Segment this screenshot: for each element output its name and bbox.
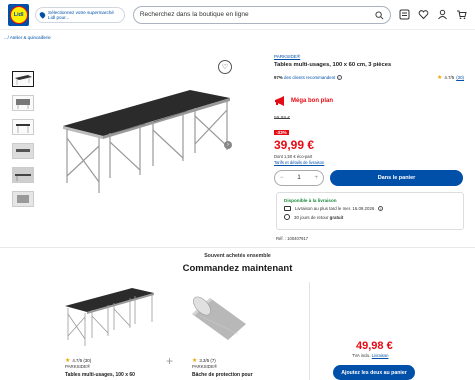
product-reference: Réf. : 100407917: [276, 236, 309, 241]
product-brand[interactable]: PARKSIDE®: [274, 54, 464, 59]
delivery-date: Livraison au plus tard le mer. 16.09.202…: [295, 206, 375, 211]
return-icon: [284, 214, 290, 220]
search-placeholder: Recherchez dans la boutique en ligne: [139, 11, 249, 18]
thumbnail-2[interactable]: [12, 95, 34, 111]
bundle-divider: [309, 282, 310, 380]
current-price: 39,99 €: [274, 138, 315, 152]
search-icon[interactable]: [375, 10, 384, 20]
mega-deal-badge: Méga bon plan: [274, 96, 464, 106]
thumbnail-list: [12, 71, 34, 215]
thumbnail-4[interactable]: [12, 143, 34, 159]
logo-text: Lidl: [9, 5, 28, 24]
bundle-item-1-image[interactable]: [62, 284, 157, 349]
returns-text: 30 jours de retour gratuit: [294, 215, 343, 220]
recommendation-text: 97% des clients recommandent i: [274, 75, 342, 81]
section-divider: [0, 247, 475, 248]
deal-label: Méga bon plan: [291, 98, 333, 104]
reco-label: des clients recommandent: [282, 74, 336, 80]
availability-box: Disponible à la livraison Livraison au p…: [276, 192, 464, 230]
bundle-price: 49,98 €: [356, 340, 393, 352]
next-image-arrow-icon[interactable]: ›: [224, 141, 232, 149]
bundle-tva: TVA inclu. Livraison: [352, 353, 388, 358]
star-icon: ★: [192, 358, 198, 364]
thumbnail-5[interactable]: [12, 167, 34, 183]
thumbnail-6[interactable]: [12, 191, 34, 207]
bundle-item-1-rating-value: 4.7/5 (30): [72, 358, 92, 363]
bundle-item-2-rating: ★ 3.3/5 (7): [192, 357, 216, 364]
old-price: 59.99 €: [274, 116, 291, 121]
product-title: Tables multi-usages, 100 x 60 cm, 3 pièc…: [274, 62, 392, 68]
bundle-item-1-rating: ★ 4.7/5 (30): [65, 357, 91, 364]
breadcrumb[interactable]: .../ Atelier & quincaillerie: [4, 35, 51, 40]
delivery-details-link[interactable]: Tarifs et détails de livraison: [274, 160, 464, 165]
product-info: PARKSIDE® Tables multi-usages, 100 x 60 …: [274, 54, 464, 186]
bundle-item-2-image[interactable]: [188, 294, 248, 344]
eco-part-text: Dont 1,50 € éco-part: [274, 154, 313, 159]
minus-icon[interactable]: −: [280, 175, 284, 181]
bundle-item-2-brand: PARKSIDE®: [192, 364, 218, 369]
reco-percent: 97%: [274, 74, 283, 80]
location-pin-icon: [38, 10, 47, 19]
availability-title: Disponible à la livraison: [284, 198, 337, 203]
bundle-item-2-rating-value: 3.3/5 (7): [199, 358, 216, 363]
rating-count[interactable]: (30): [456, 75, 464, 80]
info-icon[interactable]: i: [378, 206, 384, 211]
returns-prefix: 30 jours de retour: [294, 214, 330, 220]
store-selector[interactable]: Sélectionnez votre supermarché Lidl pour…: [35, 6, 125, 23]
bundle-item-1-title[interactable]: Tables multi-usages, 100 x 60: [65, 372, 135, 378]
truck-icon: [284, 206, 291, 211]
plus-icon: +: [166, 354, 174, 368]
add-to-cart-button[interactable]: Dans le panier: [330, 170, 463, 186]
heart-icon[interactable]: [418, 9, 429, 20]
cart-icon[interactable]: [456, 9, 467, 20]
add-both-to-cart-button[interactable]: Ajoutez les deux au panier: [333, 365, 415, 380]
bundle-item-1-brand: PARKSIDE®: [65, 364, 91, 369]
megaphone-icon: [275, 96, 284, 106]
tva-text: TVA inclu.: [352, 353, 372, 358]
info-icon[interactable]: i: [336, 75, 342, 81]
quantity-value[interactable]: 1: [297, 175, 300, 181]
plus-icon[interactable]: +: [314, 175, 318, 181]
thumbnail-3[interactable]: [12, 119, 34, 135]
star-icon: ★: [437, 75, 443, 81]
shipping-link[interactable]: Livraison: [372, 353, 389, 358]
rating-value: 4.7/5: [444, 75, 455, 80]
search-input[interactable]: Recherchez dans la boutique en ligne: [132, 5, 391, 24]
bundle-subtitle: Souvent achetés ensemble: [204, 253, 271, 259]
product-rating[interactable]: ★ 4.7/5 (30): [437, 74, 464, 81]
catalog-icon[interactable]: [399, 9, 410, 20]
discount-badge: -33%: [274, 130, 289, 135]
bundle-item-2-title[interactable]: Bâche de protection pour: [192, 372, 253, 378]
thumbnail-1[interactable]: [12, 71, 34, 87]
returns-free: gratuit: [329, 214, 344, 220]
quantity-stepper[interactable]: − 1 +: [274, 170, 324, 186]
account-icon[interactable]: [437, 9, 448, 20]
bundle-title: Commandez maintenant: [182, 263, 293, 274]
star-icon: ★: [65, 358, 71, 364]
product-image: [63, 90, 230, 193]
favorite-heart-icon[interactable]: ♡: [218, 60, 232, 74]
lidl-logo[interactable]: Lidl: [8, 3, 30, 26]
site-header: Lidl Sélectionnez votre supermarché Lidl…: [0, 0, 475, 30]
store-selector-label: Sélectionnez votre supermarché Lidl pour…: [48, 9, 114, 20]
